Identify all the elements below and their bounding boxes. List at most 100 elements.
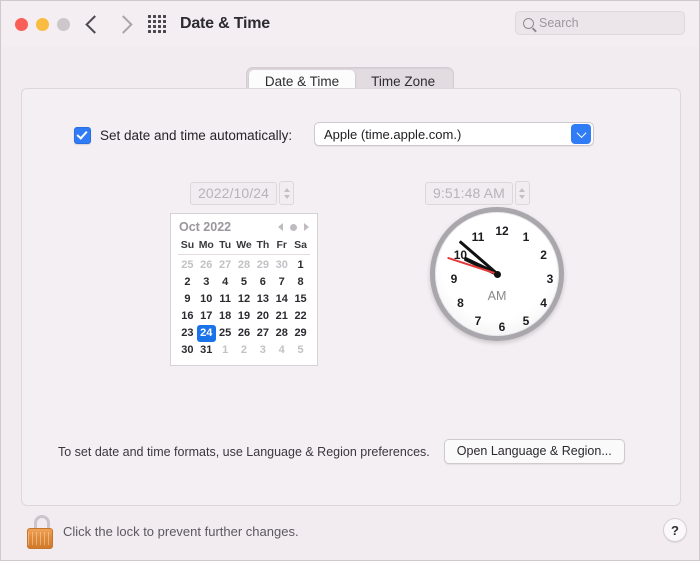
calendar-day[interactable]: 21 — [272, 308, 291, 325]
calendar-day[interactable]: 19 — [235, 308, 254, 325]
clock-numeral-6: 6 — [498, 320, 506, 334]
calendar-day[interactable]: 1 — [291, 257, 310, 274]
time-server-value: Apple (time.apple.com.) — [324, 126, 462, 142]
time-stepper-arrows[interactable] — [514, 181, 530, 205]
clock-numeral-4: 4 — [540, 296, 547, 310]
calendar-day[interactable]: 26 — [197, 257, 216, 274]
calendar-day-grid[interactable]: 25 26 27 28 29 30 1 2 3 4 5 6 7 8 9 10 11 12 13 14 15 16 17 18 1… — [178, 257, 310, 359]
calendar-weekday-sa: Sa — [294, 239, 307, 251]
time-server-dropdown[interactable]: Apple (time.apple.com.) — [314, 122, 594, 146]
calendar-day[interactable]: 25 — [216, 325, 235, 342]
back-chevron-icon[interactable] — [85, 14, 104, 34]
calendar-day[interactable]: 5 — [291, 342, 310, 359]
time-stepper[interactable]: 9:51:48 AM — [425, 181, 530, 205]
calendar-weekday-fr: Fr — [276, 239, 287, 251]
calendar-day[interactable]: 25 — [178, 257, 197, 274]
calendar-day[interactable]: 3 — [197, 274, 216, 291]
chevron-down-icon[interactable] — [571, 124, 591, 144]
calendar-weekday-header: Su Mo Tu We Th Fr Sa — [178, 237, 310, 254]
set-automatically-row: Set date and time automatically: — [74, 127, 292, 144]
search-field[interactable]: Search — [515, 11, 685, 35]
maximize-button-icon[interactable] — [57, 17, 70, 31]
lock-hint-text: Click the lock to prevent further change… — [63, 524, 299, 539]
calendar-next-month-icon[interactable] — [304, 223, 309, 231]
set-automatically-checkbox[interactable] — [74, 127, 91, 144]
time-input[interactable]: 9:51:48 AM — [425, 181, 513, 205]
lock-icon[interactable] — [23, 514, 57, 550]
calendar-day[interactable]: 30 — [178, 342, 197, 359]
calendar-weekday-mo: Mo — [198, 239, 214, 251]
calendar-day[interactable]: 3 — [253, 342, 272, 359]
clock-meridiem-label: AM — [487, 288, 507, 303]
calendar-day[interactable]: 11 — [216, 291, 235, 308]
calendar-day[interactable]: 14 — [272, 291, 291, 308]
calendar-today-icon[interactable] — [290, 223, 297, 231]
calendar-day[interactable]: 18 — [216, 308, 235, 325]
date-stepper-up-icon[interactable] — [283, 187, 290, 192]
minimize-button-icon[interactable] — [36, 17, 49, 31]
date-stepper-down-icon[interactable] — [283, 194, 290, 199]
clock-numeral-3: 3 — [546, 272, 554, 286]
calendar-day[interactable]: 15 — [291, 291, 310, 308]
calendar-day[interactable]: 5 — [235, 274, 254, 291]
date-stepper[interactable]: 2022/10/24 — [190, 181, 295, 205]
calendar-day[interactable]: 4 — [272, 342, 291, 359]
calendar-day[interactable]: 26 — [235, 325, 254, 342]
calendar-day-selected[interactable]: 24 — [196, 325, 216, 342]
window-controls — [15, 17, 70, 31]
clock-numeral-5: 5 — [522, 313, 530, 328]
help-button[interactable]: ? — [663, 518, 687, 542]
forward-chevron-icon[interactable] — [114, 14, 133, 34]
calendar-day[interactable]: 29 — [253, 257, 272, 274]
calendar-day[interactable]: 28 — [272, 325, 291, 342]
time-stepper-down-icon[interactable] — [519, 194, 526, 199]
close-button-icon[interactable] — [15, 17, 28, 31]
calendar-nav — [278, 223, 309, 231]
calendar-day[interactable]: 23 — [178, 325, 197, 342]
date-stepper-arrows[interactable] — [279, 181, 295, 205]
calendar-day[interactable]: 2 — [178, 274, 197, 291]
calendar-day[interactable]: 6 — [253, 274, 272, 291]
clock-face: 12 1 2 3 4 5 6 7 8 9 10 11 AM — [430, 207, 564, 341]
time-stepper-up-icon[interactable] — [519, 187, 526, 192]
calendar-day[interactable]: 10 — [197, 291, 216, 308]
calendar-widget[interactable]: Oct 2022 Su Mo Tu We Th Fr Sa 25 26 27 28 29 30 1 2 3 4… — [170, 213, 318, 366]
calendar-day[interactable]: 27 — [216, 257, 235, 274]
calendar-day[interactable]: 29 — [291, 325, 310, 342]
clock-numeral-2: 2 — [540, 248, 547, 262]
title-bar: Date & Time Search — [1, 1, 699, 47]
calendar-day[interactable]: 27 — [253, 325, 272, 342]
calendar-day[interactable]: 12 — [235, 291, 254, 308]
calendar-month-label: Oct 2022 — [179, 220, 232, 234]
calendar-prev-month-icon[interactable] — [278, 223, 283, 231]
calendar-day[interactable]: 2 — [235, 342, 254, 359]
date-input[interactable]: 2022/10/24 — [190, 181, 278, 205]
calendar-day[interactable]: 22 — [291, 308, 310, 325]
lock-body-icon — [27, 528, 53, 549]
calendar-day[interactable]: 17 — [197, 308, 216, 325]
calendar-day[interactable]: 28 — [235, 257, 254, 274]
calendar-weekday-tu: Tu — [219, 239, 232, 251]
navigation-arrows — [85, 14, 133, 34]
formats-row: To set date and time formats, use Langua… — [58, 439, 650, 464]
search-placeholder: Search — [539, 16, 579, 30]
calendar-day[interactable]: 4 — [216, 274, 235, 291]
calendar-day[interactable]: 20 — [253, 308, 272, 325]
calendar-day[interactable]: 30 — [272, 257, 291, 274]
clock-numeral-7: 7 — [474, 313, 482, 328]
calendar-day[interactable]: 9 — [178, 291, 197, 308]
formats-note: To set date and time formats, use Langua… — [58, 444, 430, 459]
open-language-region-button[interactable]: Open Language & Region... — [443, 439, 625, 464]
search-icon — [523, 17, 534, 29]
calendar-day[interactable]: 8 — [291, 274, 310, 291]
calendar-day[interactable]: 31 — [197, 342, 216, 359]
show-all-grid-icon[interactable] — [148, 15, 166, 33]
clock-numeral-8: 8 — [457, 296, 464, 310]
calendar-day[interactable]: 7 — [272, 274, 291, 291]
calendar-day[interactable]: 16 — [178, 308, 197, 325]
clock-center-pivot — [493, 270, 501, 278]
calendar-day[interactable]: 13 — [253, 291, 272, 308]
clock-numeral-11: 11 — [471, 230, 485, 245]
calendar-day[interactable]: 1 — [216, 342, 235, 359]
set-automatically-label: Set date and time automatically: — [100, 128, 293, 143]
